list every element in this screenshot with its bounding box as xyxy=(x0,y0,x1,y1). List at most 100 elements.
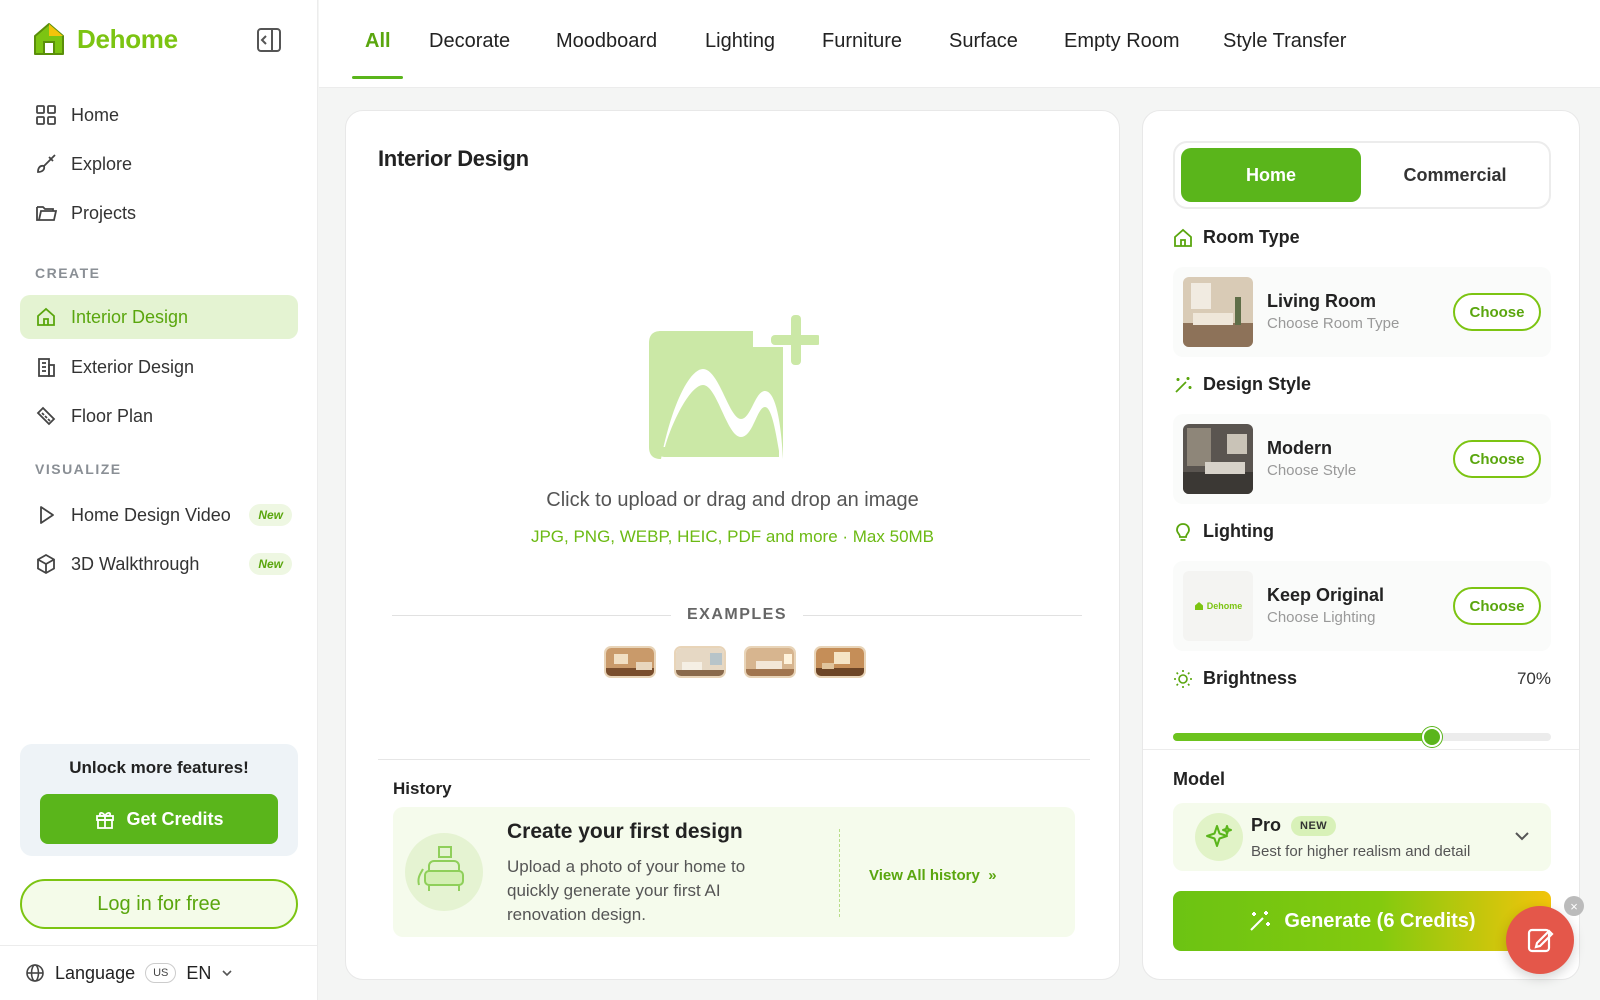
logo[interactable]: Dehome xyxy=(33,22,178,56)
building-icon xyxy=(38,358,55,377)
divider xyxy=(1143,749,1579,750)
promo-title: Unlock more features! xyxy=(69,758,249,777)
image-upload-icon xyxy=(649,315,821,459)
sidebar-item-label: Exterior Design xyxy=(71,356,195,377)
magic-wand-icon xyxy=(1250,911,1271,931)
gift-icon xyxy=(96,811,115,829)
example-thumbnails xyxy=(604,646,866,678)
play-icon xyxy=(40,506,54,524)
design-style-value: Modern xyxy=(1267,438,1332,458)
promo-card: Unlock more features! Get Credits xyxy=(20,744,298,856)
sidebar-item-label: Explore xyxy=(71,153,133,174)
brightness-value: 70% xyxy=(1516,668,1551,688)
magic-wand-icon xyxy=(1175,376,1192,393)
generate-button[interactable]: Generate (6 Credits) xyxy=(1173,891,1551,951)
lighting-sub: Choose Lighting xyxy=(1267,609,1376,626)
example-thumbnail[interactable] xyxy=(604,646,656,678)
model-description: Best for higher realism and detail xyxy=(1251,843,1471,860)
choose-style-button[interactable]: Choose xyxy=(1453,440,1541,478)
room-photo-icon xyxy=(606,648,654,676)
tab-surface[interactable]: Surface xyxy=(949,30,1018,53)
globe-icon xyxy=(26,964,44,982)
page-title: Interior Design xyxy=(378,146,529,171)
double-chevron-right-icon: » xyxy=(988,867,997,884)
sparkle-badge xyxy=(1195,813,1243,861)
active-tab-indicator xyxy=(352,76,403,79)
brush-icon xyxy=(37,154,56,173)
feedback-button[interactable] xyxy=(1506,906,1574,974)
sidebar-item-projects[interactable]: Projects xyxy=(20,191,298,235)
tab-empty-room[interactable]: Empty Room xyxy=(1064,30,1180,53)
room-type-option: Living Room Choose Room Type Choose xyxy=(1173,267,1551,357)
new-badge: New xyxy=(249,504,292,526)
view-all-history-link[interactable]: View All history » xyxy=(869,867,997,884)
view-all-history-label: View All history xyxy=(869,867,980,884)
modern-room-photo-icon xyxy=(1183,424,1253,494)
lightbulb-icon xyxy=(1176,522,1190,541)
ruler-icon xyxy=(36,406,56,426)
edit-note-icon xyxy=(1527,928,1554,953)
house-logo-icon xyxy=(34,23,64,55)
get-credits-button[interactable]: Get Credits xyxy=(40,794,278,844)
section-label-visualize: VISUALIZE xyxy=(35,461,122,477)
tab-lighting[interactable]: Lighting xyxy=(705,30,775,53)
new-badge: New xyxy=(249,553,292,575)
design-style-sub: Choose Style xyxy=(1267,462,1357,479)
lighting-heading: Lighting xyxy=(1173,521,1274,542)
language-selector[interactable]: Language US EN xyxy=(0,945,318,1000)
sidebar-item-label: Projects xyxy=(71,202,137,223)
brightness-slider[interactable] xyxy=(1173,727,1551,747)
sidebar-item-explore[interactable]: Explore xyxy=(20,142,298,186)
tab-moodboard[interactable]: Moodboard xyxy=(556,30,657,53)
upload-card: Interior Design Click to upload or drag … xyxy=(345,110,1120,980)
cube-icon xyxy=(37,553,55,575)
login-button[interactable]: Log in for free xyxy=(20,879,298,929)
sidebar-item-exterior-design[interactable]: Exterior Design xyxy=(20,345,298,389)
divider xyxy=(378,759,1090,760)
collapse-sidebar-button[interactable] xyxy=(255,26,283,54)
armchair-icon xyxy=(417,846,464,891)
chevron-down-icon xyxy=(1515,832,1529,841)
close-feedback-button[interactable]: × xyxy=(1564,896,1584,916)
brightness-slider-handle[interactable] xyxy=(1422,727,1443,747)
segment-commercial[interactable]: Commercial xyxy=(1365,148,1545,202)
room-photo-icon xyxy=(676,648,724,676)
room-type-heading: Room Type xyxy=(1173,227,1300,248)
new-badge: NEW xyxy=(1291,815,1337,836)
sparkle-icon xyxy=(1206,825,1232,847)
choose-lighting-button[interactable]: Choose xyxy=(1453,587,1541,625)
sidebar-item-label: Interior Design xyxy=(71,306,189,327)
lighting-thumbnail: Dehome xyxy=(1183,571,1253,641)
model-name-text: Pro xyxy=(1251,815,1282,835)
space-type-toggle: Home Commercial xyxy=(1173,141,1551,209)
divider xyxy=(803,614,1083,616)
model-label: Model xyxy=(1173,769,1225,789)
sidebar-item-home[interactable]: Home xyxy=(20,93,298,137)
sidebar-item-interior-design[interactable]: Interior Design xyxy=(20,295,298,339)
divider xyxy=(392,614,671,616)
model-selector[interactable]: Pro NEW Best for higher realism and deta… xyxy=(1173,803,1551,871)
tab-decorate[interactable]: Decorate xyxy=(429,30,510,53)
example-thumbnail[interactable] xyxy=(814,646,866,678)
folder-icon xyxy=(36,206,57,221)
sun-icon xyxy=(1174,669,1192,688)
room-photo-icon xyxy=(746,648,794,676)
armchair-illustration xyxy=(405,833,483,911)
history-label: History xyxy=(393,779,452,798)
lighting-value: Keep Original xyxy=(1267,585,1385,605)
brightness-label: Brightness xyxy=(1203,668,1298,688)
upload-dropzone[interactable] xyxy=(643,309,821,466)
segment-home[interactable]: Home xyxy=(1181,148,1361,202)
sidebar-item-3d-walkthrough[interactable]: 3D Walkthrough New xyxy=(20,542,298,586)
tab-style-transfer[interactable]: Style Transfer xyxy=(1223,30,1346,53)
tab-furniture[interactable]: Furniture xyxy=(822,30,902,53)
choose-room-type-button[interactable]: Choose xyxy=(1453,293,1541,331)
example-thumbnail[interactable] xyxy=(744,646,796,678)
sidebar-item-home-design-video[interactable]: Home Design Video New xyxy=(20,493,298,537)
sidebar: Dehome Home Explore Projects CREATE Inte… xyxy=(0,0,318,1000)
example-thumbnail[interactable] xyxy=(674,646,726,678)
tab-all[interactable]: All xyxy=(365,30,391,53)
lighting-option: Dehome Keep Original Choose Lighting Cho… xyxy=(1173,561,1551,651)
house-icon xyxy=(1174,228,1192,247)
sidebar-item-floor-plan[interactable]: Floor Plan xyxy=(20,394,298,438)
